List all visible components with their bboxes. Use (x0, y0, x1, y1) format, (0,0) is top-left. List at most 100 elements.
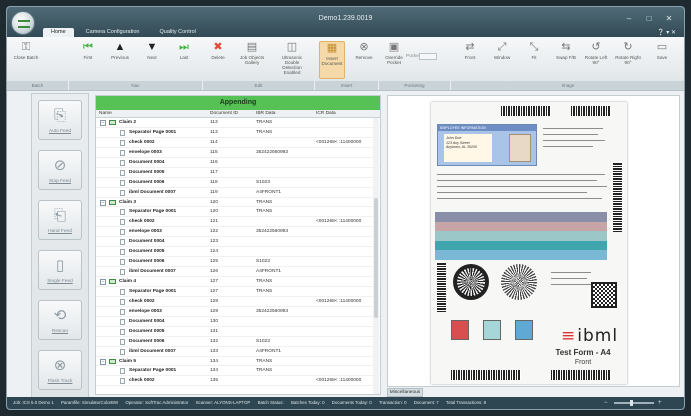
table-row[interactable]: ibml Document 0007 119 A4FRONT1 (96, 188, 380, 198)
flush-track-label: Flush Track (47, 379, 73, 384)
table-row[interactable]: envelope 0003 122 352422560993 (96, 227, 380, 238)
column-icr-data[interactable]: ICR Data (316, 111, 336, 116)
document-icon (120, 169, 125, 176)
folder-icon (109, 120, 116, 125)
delete-button[interactable]: ✖ Delete (205, 41, 231, 79)
document-icon (120, 149, 125, 156)
hand-feed-button[interactable]: ⎗ Hand Feed (38, 200, 82, 240)
collapse-toggle-icon[interactable]: − (100, 199, 106, 206)
help-controls[interactable]: ❔ ▾ ✕ (657, 29, 676, 36)
table-row[interactable]: envelope 0003 115 352422560993 (96, 148, 380, 158)
previous-button[interactable]: ▲ Previous (107, 41, 133, 79)
status-total-transactions: Total Transactions: 8 (445, 400, 487, 405)
table-row[interactable]: Separator Page 0001 120 TRANS (96, 207, 380, 218)
rescan-icon: ⟲ (53, 307, 67, 324)
save-button[interactable]: ▭ Save (649, 41, 675, 79)
text-line (551, 284, 593, 286)
table-row[interactable]: envelope 0003 129 352422560993 (96, 307, 380, 317)
table-row[interactable]: check 0002 121 <001268< :11400000 (96, 217, 380, 228)
collapse-toggle-icon[interactable]: − (100, 279, 106, 285)
table-row[interactable]: check 0002 114 <001268< :11400000 (96, 138, 380, 148)
table-row[interactable]: Document 0005 117 (96, 168, 380, 178)
table-row[interactable]: ibml Document 0007 133 A4FRONT1 (96, 347, 380, 357)
tree-group-row[interactable]: − Claim 4 127 TRANS (96, 277, 380, 287)
table-row[interactable]: Document 0006 118 S1023 (96, 178, 380, 188)
table-row[interactable]: Document 0005 131 (96, 327, 380, 337)
cell-id: 113 (210, 120, 218, 125)
auto-feed-button[interactable]: ⎘ Auto Feed (38, 100, 82, 140)
remove-button[interactable]: ⊗ Remove (351, 41, 377, 79)
table-row[interactable]: Separator Page 0001 113 TRANS (96, 128, 380, 138)
stop-feed-button[interactable]: ⊘ Stop Feed (38, 150, 82, 190)
tree-group-row[interactable]: − Claim 2 113 TRANS (96, 118, 380, 128)
table-row[interactable]: Document 0004 123 (96, 237, 380, 248)
maximize-button[interactable]: □ (642, 14, 656, 23)
first-button[interactable]: ⏮ First (75, 41, 101, 79)
grid-column-headers: Name Document ID IBR Data ICR Data (96, 110, 380, 118)
close-button[interactable]: ✕ (662, 14, 676, 23)
table-row[interactable]: check 0002 128 <001268< :11400000 (96, 297, 380, 307)
window-icon: ⤢ (497, 41, 507, 53)
zoom-track[interactable] (614, 402, 654, 404)
rotate-right-button[interactable]: ↻ Rotate Right 90° (615, 41, 641, 79)
table-row[interactable]: Separator Page 0001 127 TRANS (96, 287, 380, 297)
override-pocket-button[interactable]: ▣ Override Pocket (381, 41, 407, 79)
single-feed-label: Single Feed (47, 279, 73, 284)
zoom-knob[interactable] (630, 400, 633, 406)
tab-miscellaneous[interactable]: Miscellaneous (387, 388, 423, 397)
cell-id: 120 (210, 199, 219, 205)
image-viewer[interactable]: EMPLOYEE INFORMATION John Doe 123 Any St… (387, 95, 680, 387)
rotate-left-button[interactable]: ↺ Rotate Left 90° (583, 41, 609, 79)
minimize-button[interactable]: – (622, 14, 636, 23)
tree-group-row[interactable]: − Claim 5 134 TRANS (96, 357, 380, 367)
job-objects-gallery-button[interactable]: ▤ Job Objects Gallery (239, 41, 265, 79)
ultrasonic-icon: ◫ (286, 41, 298, 53)
front-icon: ⇄ (465, 41, 475, 53)
collapse-toggle-icon[interactable]: − (100, 120, 106, 126)
cell-name: Claim 5 (119, 358, 137, 364)
table-row[interactable]: Document 0006 125 S1023 (96, 257, 380, 268)
table-row[interactable]: ibml Document 0007 126 A4FRONT1 (96, 267, 380, 277)
last-button[interactable]: ⏭ Last (171, 41, 197, 79)
cell-ibr: TRANS (256, 209, 273, 215)
window-button[interactable]: ⤢ Window (489, 41, 515, 79)
table-row[interactable]: Document 0004 116 (96, 158, 380, 168)
next-button[interactable]: ▼ Next (139, 41, 165, 79)
cell-ibr: TRANS (256, 368, 273, 374)
swap-fb-button[interactable]: ⇆ Swap F/B (553, 41, 579, 79)
close-batch-label: Close Batch (13, 55, 39, 60)
table-row[interactable]: Document 0005 124 (96, 247, 380, 258)
employee-header: EMPLOYEE INFORMATION (438, 125, 536, 131)
tree-group-row[interactable]: − Claim 3 120 TRANS (96, 198, 380, 208)
fit-button[interactable]: ⤡ Fit (521, 41, 547, 79)
cell-name: Document 0006 (129, 338, 165, 344)
column-ibr-data[interactable]: IBR Data (256, 111, 275, 116)
table-row[interactable]: Document 0006 132 S1023 (96, 337, 380, 347)
cell-name: envelope 0003 (129, 149, 162, 155)
document-icon (120, 219, 125, 226)
grid-scroll-thumb[interactable] (374, 198, 378, 318)
single-feed-button[interactable]: ▯ Single Feed (38, 250, 82, 290)
insert-document-button[interactable]: ▦ Insert Document (319, 41, 345, 79)
column-document-id[interactable]: Document ID (210, 111, 238, 116)
auto-feed-label: Auto Feed (48, 129, 72, 134)
pocket-field[interactable] (419, 53, 437, 60)
flush-track-button[interactable]: ⊗ Flush Track (38, 350, 82, 390)
collapse-toggle-icon[interactable]: − (100, 358, 106, 365)
close-batch-button[interactable]: ⚿ Close Batch (13, 41, 39, 79)
column-name[interactable]: Name (99, 111, 112, 116)
zoom-slider[interactable]: − + (604, 400, 664, 406)
front-button[interactable]: ⇄ Front (457, 41, 483, 79)
window-label: Window (493, 55, 511, 60)
zoom-out-icon[interactable]: − (604, 397, 608, 409)
table-row[interactable]: Separator Page 0001 134 TRANS (96, 366, 380, 377)
grid-scrollbar[interactable] (373, 118, 379, 394)
table-row[interactable]: Document 0004 130 (96, 317, 380, 327)
ultrasonic-button[interactable]: ◫ Ultrasonic Double Detection Enabled (275, 41, 309, 79)
table-row[interactable]: check 0002 135 <001268< :11400000 (96, 376, 380, 387)
rescan-button[interactable]: ⟲ Rescan (38, 300, 82, 340)
ultrasonic-label: Ultrasonic Double Detection Enabled (281, 55, 303, 75)
zoom-in-icon[interactable]: + (658, 397, 662, 409)
bottom-right-barcode (551, 370, 611, 380)
document-icon (120, 328, 125, 335)
